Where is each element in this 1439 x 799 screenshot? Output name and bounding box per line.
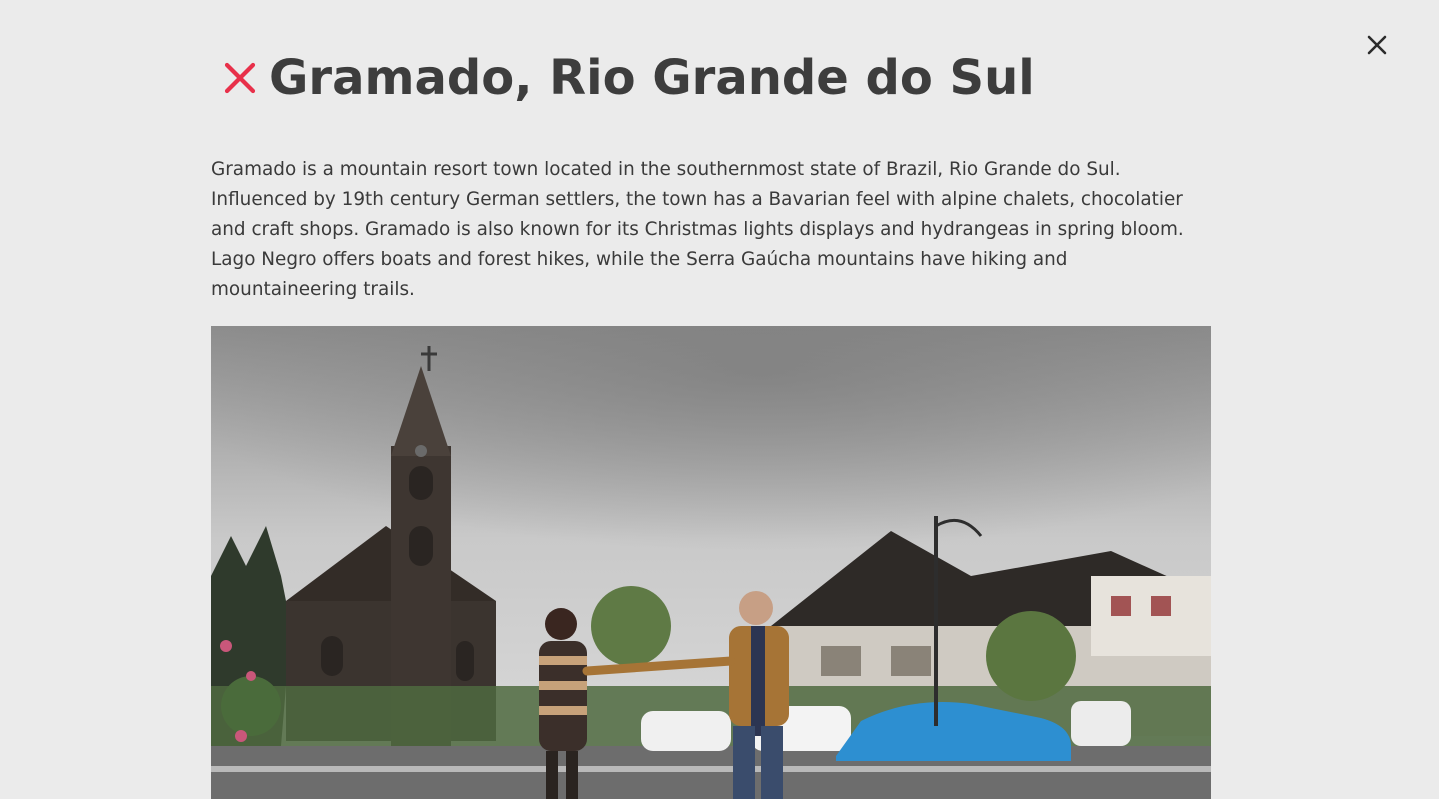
destination-modal: Gramado, Rio Grande do Sul Gramado is a … [0,0,1439,799]
destination-description: Gramado is a mountain resort town locate… [211,159,1184,300]
photo-illustration [211,326,1211,799]
title-row: Gramado, Rio Grande do Sul [223,50,1035,106]
close-icon [1367,35,1387,55]
red-x-icon [224,62,256,94]
close-button[interactable] [1364,32,1390,58]
page-title: Gramado, Rio Grande do Sul [269,50,1035,106]
destination-photo [211,326,1211,799]
